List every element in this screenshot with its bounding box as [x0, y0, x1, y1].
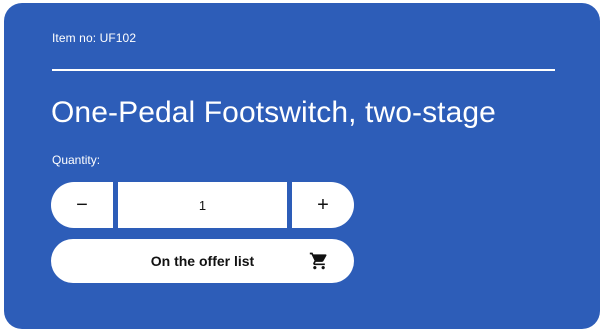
- quantity-stepper: − +: [51, 182, 354, 228]
- product-card: Item no: UF102 One-Pedal Footswitch, two…: [4, 3, 600, 329]
- item-number: Item no: UF102: [52, 31, 137, 45]
- increment-button[interactable]: +: [292, 182, 354, 228]
- shopping-cart-icon: [309, 252, 327, 270]
- quantity-label: Quantity:: [52, 153, 101, 167]
- product-title: One-Pedal Footswitch, two-stage: [51, 96, 496, 129]
- add-to-offer-list-button[interactable]: On the offer list: [51, 239, 354, 283]
- quantity-input[interactable]: [118, 182, 287, 228]
- decrement-button[interactable]: −: [51, 182, 113, 228]
- divider: [52, 69, 555, 71]
